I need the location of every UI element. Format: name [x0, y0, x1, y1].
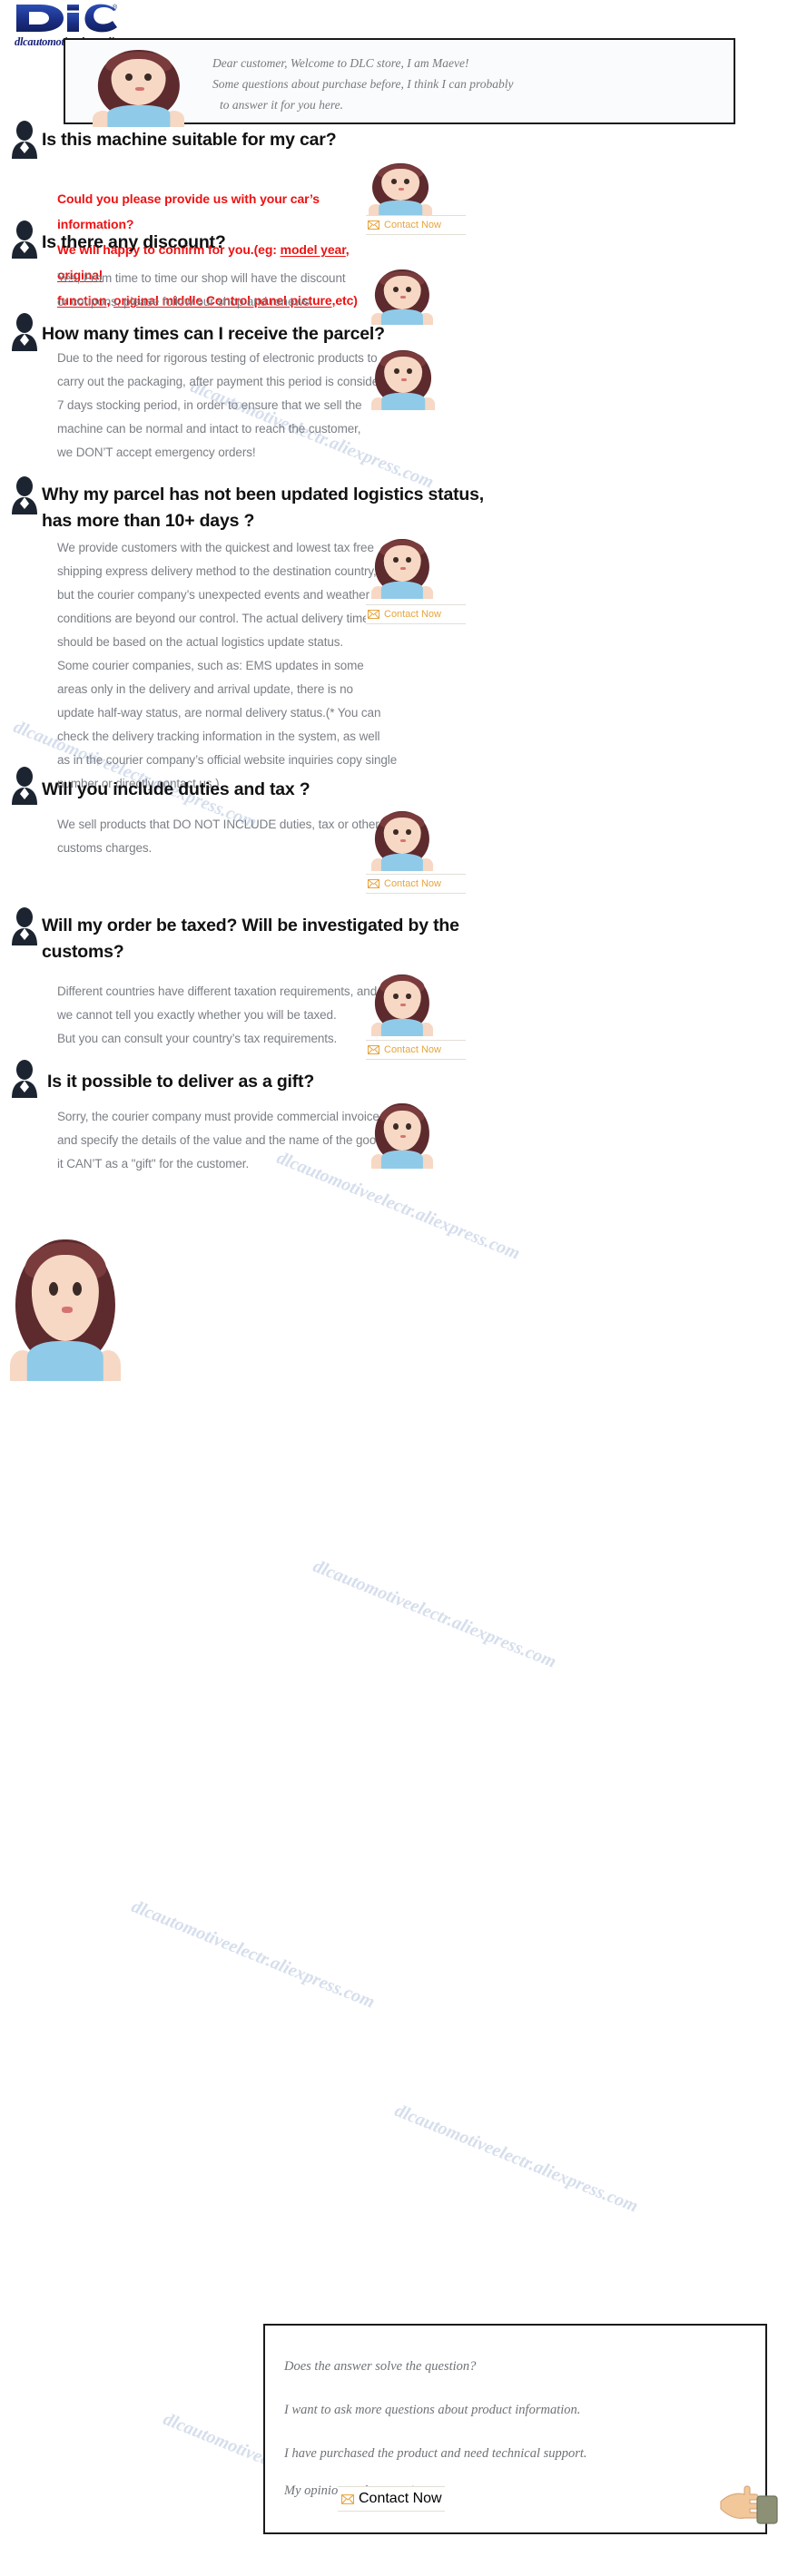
- person-question-icon: [12, 121, 37, 159]
- contact-now-label: Contact Now: [384, 609, 441, 620]
- faq-answer-line: update half-way status, are normal deliv…: [57, 706, 381, 720]
- faq-answer-line: shipping express delivery method to the …: [57, 564, 377, 578]
- contact-now-button-footer[interactable]: Contact Now: [338, 2486, 445, 2512]
- avatar-greeter: [91, 44, 186, 127]
- faq-answer-line: as in the courier company’s official web…: [57, 753, 398, 767]
- faq-answer-q5: We sell products that DO NOT INCLUDE dut…: [57, 813, 438, 860]
- faq-answer-line: 7 days stocking period, in order to ensu…: [57, 398, 362, 412]
- faq-question-q1: Is this machine suitable for my car?: [42, 130, 337, 150]
- avatar-footer: [7, 1227, 123, 1381]
- person-question-icon: [12, 476, 37, 514]
- faq-question-q6: Will my order be taxed? Will be investig…: [42, 913, 677, 965]
- envelope-icon: [341, 2493, 354, 2504]
- avatar-q1: [368, 159, 433, 215]
- faq-answer-q4: We provide customers with the quickest a…: [57, 536, 438, 796]
- faq-answer-line: and specify the details of the value and…: [57, 1133, 392, 1147]
- intro-text-block: Dear customer, Welcome to DLC store, I a…: [212, 53, 721, 115]
- faq-answer-line: We sell products that DO NOT INCLUDE dut…: [57, 818, 379, 831]
- dlc-logo-icon: ®: [16, 4, 118, 33]
- faq-question-line: has more than 10+ days ?: [42, 511, 255, 531]
- faq-answer-line: we DON’T accept emergency orders!: [57, 446, 256, 459]
- person-question-icon: [12, 220, 37, 259]
- contact-now-label: Contact Now: [384, 878, 441, 889]
- faq-answer-line: Different countries have different taxat…: [57, 984, 378, 998]
- svg-text:®: ®: [113, 4, 118, 11]
- faq-question-q7: Is it possible to deliver as a gift?: [47, 1072, 315, 1092]
- faq-answer-line: it CAN’T as a "gift" for the customer.: [57, 1157, 250, 1170]
- faq-answer-line: Due to the need for rigorous testing of …: [57, 351, 378, 365]
- envelope-icon: [368, 1045, 379, 1054]
- contact-now-button-q6[interactable]: Contact Now: [366, 1040, 466, 1060]
- faq-answer-line: carry out the packaging, after payment t…: [57, 375, 397, 388]
- faq-answer-line: customs charges.: [57, 841, 153, 855]
- envelope-icon: [368, 220, 379, 230]
- person-question-icon: [12, 313, 37, 351]
- faq-answer-line: We provide customers with the quickest a…: [57, 541, 374, 554]
- faq-question-q2: Is there any discount?: [42, 232, 226, 252]
- footer-line-3: I have purchased the product and need te…: [284, 2446, 587, 2461]
- faq-answer-line: we cannot tell you exactly whether you w…: [57, 1008, 337, 1022]
- intro-line-1: Dear customer, Welcome to DLC store, I a…: [212, 56, 469, 70]
- faq-answer-line: Yes, From time to time our shop will hav…: [57, 271, 346, 285]
- watermark: dlcautomotiveelectr.aliexpress.com: [310, 1556, 559, 1672]
- faq-question-q3: How many times can I receive the parcel?: [42, 324, 385, 344]
- faq-question-q5: Will you include duties and tax ?: [42, 779, 310, 799]
- faq-answer-line: machine can be normal and intact to reac…: [57, 422, 361, 436]
- faq-answer-q2: Yes, From time to time our shop will hav…: [57, 267, 420, 314]
- faq-answer-line: Sorry, the courier company must provide …: [57, 1110, 379, 1123]
- person-question-icon: [12, 767, 37, 805]
- faq-answer-line: areas only in the delivery and arrival u…: [57, 682, 353, 696]
- faq-answer-line: should be based on the actual logistics …: [57, 635, 344, 649]
- contact-now-button-q5[interactable]: Contact Now: [366, 874, 466, 894]
- intro-line-2: Some questions about purchase before, I …: [212, 77, 514, 91]
- person-question-icon: [12, 907, 37, 945]
- faq-question-q4: Why my parcel has not been updated logis…: [42, 482, 677, 534]
- contact-now-button-q4[interactable]: Contact Now: [366, 604, 466, 624]
- envelope-icon: [368, 879, 379, 888]
- faq-answer-line: check the delivery tracking information …: [57, 730, 380, 743]
- person-question-icon: [12, 1060, 37, 1098]
- footer-line-1: Does the answer solve the question?: [284, 2359, 477, 2374]
- contact-now-label: Contact Now: [359, 2491, 442, 2506]
- faq-question-line: Why my parcel has not been updated logis…: [42, 485, 484, 504]
- faq-question-line: Will my order be taxed? Will be investig…: [42, 916, 459, 935]
- footer-line-2: I want to ask more questions about produ…: [284, 2403, 581, 2417]
- faq-answer-line: or coupons, please follow our shop and r…: [57, 295, 313, 309]
- contact-now-label: Contact Now: [384, 1044, 441, 1055]
- envelope-icon: [368, 610, 379, 619]
- intro-banner: Dear customer, Welcome to DLC store, I a…: [64, 38, 735, 127]
- watermark: dlcautomotiveelectr.aliexpress.com: [128, 1896, 378, 2013]
- intro-line-3: to answer it for you here.: [220, 98, 343, 112]
- faq-answer-q3: Due to the need for rigorous testing of …: [57, 347, 438, 465]
- faq-answer-q7: Sorry, the courier company must provide …: [57, 1105, 448, 1176]
- faq-question-line: customs?: [42, 942, 124, 962]
- faq-answer-line: Some courier companies, such as: EMS upd…: [57, 659, 364, 672]
- pointing-hand-icon: [720, 2485, 778, 2524]
- watermark: dlcautomotiveelectr.aliexpress.com: [391, 2101, 641, 2217]
